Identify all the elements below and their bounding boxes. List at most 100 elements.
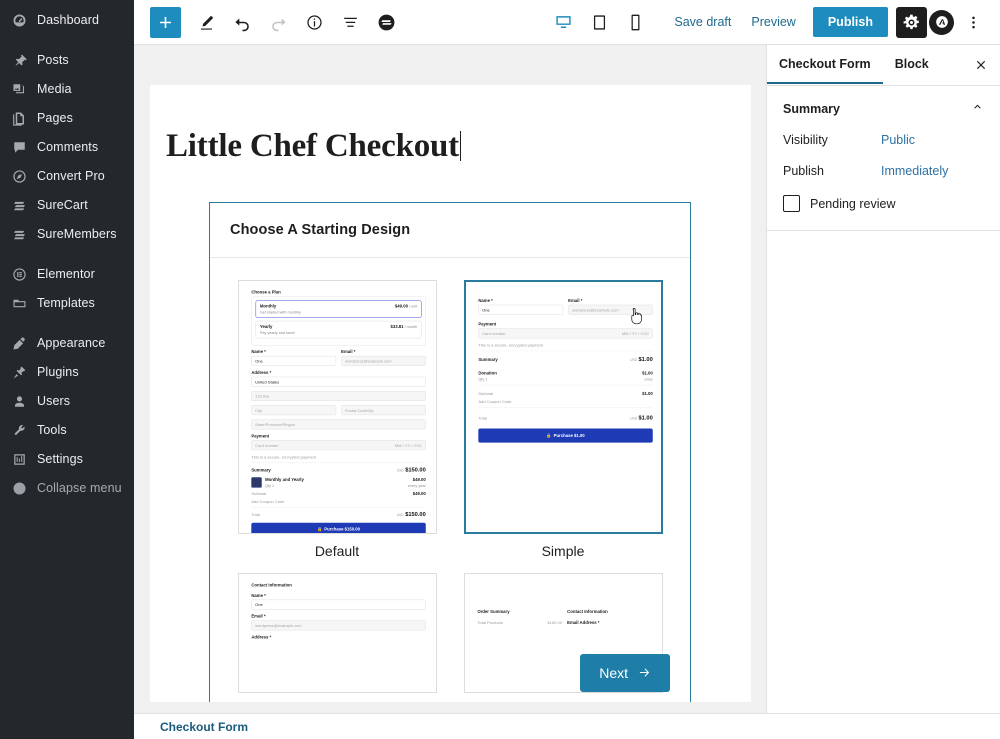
design-thumbnail[interactable]: Contact Information Name * One Email * w… <box>237 572 437 693</box>
preview-button[interactable]: Preview <box>742 9 804 35</box>
close-sidebar-button[interactable] <box>966 50 996 80</box>
modal-body: Choose a Plan Monthly Get started with m… <box>210 258 690 702</box>
surecart-logo-button[interactable] <box>369 5 403 39</box>
tab-checkout-form[interactable]: Checkout Form <box>767 46 883 85</box>
pending-review-label: Pending review <box>810 196 896 211</box>
settings-tabs: Checkout Form Block <box>767 45 1000 86</box>
sidebar-item-settings[interactable]: Settings <box>0 445 134 474</box>
more-options-button[interactable] <box>956 5 990 39</box>
tablet-view-button[interactable] <box>582 5 616 39</box>
menu-separator <box>0 249 134 260</box>
design-thumbnail[interactable]: Name * One Email * wordpress@example.com <box>463 279 663 534</box>
mini-subtotal-value: $49.00 <box>412 490 426 496</box>
sidebar-item-templates[interactable]: Templates <box>0 289 134 318</box>
design-card-simple[interactable]: Name * One Email * wordpress@example.com <box>462 279 664 559</box>
next-button[interactable]: Next <box>580 653 670 692</box>
redo-icon <box>271 18 286 31</box>
tablet-icon <box>593 14 605 30</box>
lock-icon: 🔒 <box>316 525 322 531</box>
desktop-view-button[interactable] <box>546 5 580 39</box>
compass-icon <box>11 168 28 185</box>
undo-button[interactable] <box>225 5 259 39</box>
publish-button[interactable]: Publish <box>812 7 888 37</box>
canvas-scroll-area[interactable]: Little Chef Checkout Choose A Starting D… <box>134 45 766 713</box>
sidebar-item-surecart[interactable]: SureCart <box>0 191 134 220</box>
admin-sidebar: Dashboard Posts Media Pages Comments Con… <box>0 0 134 739</box>
page-title[interactable]: Little Chef Checkout <box>150 85 461 167</box>
mini-button-label: Purchase $1.00 <box>553 432 585 438</box>
sidebar-item-collapse-menu[interactable]: Collapse menu <box>0 474 134 503</box>
mini-total-currency: USD <box>629 416 637 421</box>
design-card-row2-left[interactable]: Contact Information Name * One Email * w… <box>236 572 438 693</box>
sidebar-item-media[interactable]: Media <box>0 75 134 104</box>
lock-icon: 🔒 <box>545 432 552 438</box>
three-dots-vertical-icon <box>971 16 975 28</box>
summary-panel: Summary Visibility Public Publish Immedi… <box>767 86 1000 231</box>
mini-heading-right: Contact Information <box>566 608 608 614</box>
sidebar-item-dashboard[interactable]: Dashboard <box>0 6 134 35</box>
mini-payment-label: Payment <box>477 321 496 327</box>
settings-toggle-button[interactable] <box>896 6 927 38</box>
folder-icon <box>11 295 28 312</box>
document-info-button[interactable] <box>297 5 331 39</box>
breadcrumb[interactable]: Checkout Form <box>160 720 248 734</box>
summary-panel-header[interactable]: Summary <box>783 100 984 118</box>
list-view-button[interactable] <box>333 5 367 39</box>
mini-subtotal-label: Subtotal <box>477 390 493 396</box>
editor-main: Save draft Preview Publish Little Chef C… <box>134 0 1000 739</box>
checkbox-box[interactable] <box>783 195 800 212</box>
sidebar-item-comments[interactable]: Comments <box>0 133 134 162</box>
mini-order-row: Total Products $150.00 <box>477 620 562 625</box>
mini-plan-name: Monthly <box>259 303 276 309</box>
sidebar-item-label: Dashboard <box>37 13 100 28</box>
media-icon <box>11 81 28 98</box>
mini-subtotal-value: $1.00 <box>641 390 653 396</box>
undo-icon <box>234 18 249 31</box>
design-thumbnail[interactable]: Choose a Plan Monthly Get started with m… <box>237 279 437 534</box>
plus-icon <box>159 16 172 28</box>
sidebar-item-tools[interactable]: Tools <box>0 416 134 445</box>
sidebar-item-suremembers[interactable]: SureMembers <box>0 220 134 249</box>
mini-email-label: Email * <box>340 348 355 354</box>
redo-button[interactable] <box>261 5 295 39</box>
publish-date-value-button[interactable]: Immediately <box>881 164 948 178</box>
modal-header: Choose A Starting Design <box>210 203 690 258</box>
text-caret <box>459 131 461 161</box>
sidebar-item-users[interactable]: Users <box>0 387 134 416</box>
design-card-default[interactable]: Choose a Plan Monthly Get started with m… <box>236 279 438 559</box>
astra-logo-button[interactable] <box>929 9 954 35</box>
sidebar-item-label: Users <box>37 394 71 409</box>
mini-heading-left: Order Summary <box>476 608 510 614</box>
info-icon <box>306 14 322 30</box>
mini-summary-label: Summary <box>477 356 498 362</box>
edit-tool-button[interactable] <box>189 5 223 39</box>
mini-item-thumb <box>250 476 262 488</box>
mini-item-per: every year <box>407 483 426 488</box>
mini-plan-price: $49.00 <box>394 303 408 309</box>
mini-item-per: once <box>644 376 653 382</box>
mini-secure-note: This is a secure, encrypted payment <box>250 454 316 459</box>
sidebar-item-elementor[interactable]: Elementor <box>0 260 134 289</box>
mini-summary-row: Summary USD$1.00 <box>478 356 652 364</box>
mobile-icon <box>631 14 640 30</box>
save-draft-button[interactable]: Save draft <box>665 9 740 35</box>
sidebar-item-pages[interactable]: Pages <box>0 104 134 133</box>
sidebar-item-posts[interactable]: Posts <box>0 46 134 75</box>
design-card-label: Default <box>314 542 360 559</box>
summary-title: Summary <box>783 102 840 116</box>
sidebar-item-appearance[interactable]: Appearance <box>0 329 134 358</box>
sidebar-item-convert-pro[interactable]: Convert Pro <box>0 162 134 191</box>
mini-plan-price: $33.81 <box>389 323 404 329</box>
mini-plan-yearly: Yearly Pay yearly and save! $33.81 / mon… <box>255 320 421 338</box>
mini-email-field: wordpress@example.com <box>340 355 426 366</box>
sidebar-item-plugins[interactable]: Plugins <box>0 358 134 387</box>
add-block-button[interactable] <box>150 6 181 38</box>
mini-plan-name: Yearly <box>259 323 272 329</box>
mobile-view-button[interactable] <box>618 5 652 39</box>
editor-body: Little Chef Checkout Choose A Starting D… <box>134 45 1000 739</box>
mini-payment-label: Payment <box>250 433 269 438</box>
visibility-value-button[interactable]: Public <box>881 133 915 147</box>
chevron-up-icon <box>971 100 984 118</box>
pending-review-checkbox[interactable]: Pending review <box>783 195 984 212</box>
tab-block[interactable]: Block <box>883 46 941 85</box>
